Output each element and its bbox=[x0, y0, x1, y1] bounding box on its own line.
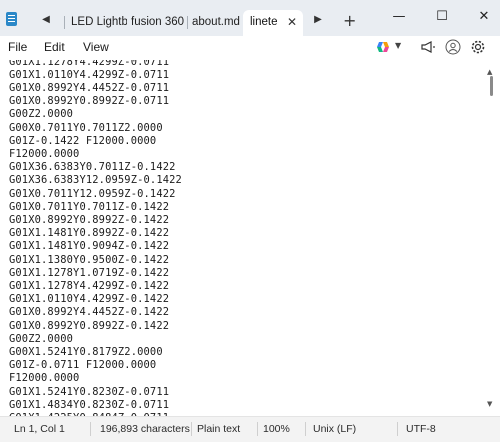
code-line: G01X1.4834Y0.8230Z-0.0711 bbox=[9, 398, 170, 411]
code-line: G01X0.8992Y0.8992Z-0.0711 bbox=[9, 95, 170, 108]
status-separator bbox=[305, 422, 306, 436]
code-line: G01X1.1278Y4.4299Z-0.1422 bbox=[9, 279, 170, 292]
code-line: G01X0.7011Y12.0959Z-0.1422 bbox=[9, 187, 176, 200]
menu-view[interactable]: View bbox=[83, 40, 109, 54]
code-line: G01X1.1278Y1.0719Z-0.1422 bbox=[9, 266, 170, 279]
tab-separator bbox=[187, 16, 188, 29]
menu-file[interactable]: File bbox=[8, 40, 27, 54]
close-window-button[interactable]: ✕ bbox=[469, 8, 499, 26]
text-editor-area[interactable]: G01X1.1278Y4.4299Z-0.0711 G01X1.0110Y4.42… bbox=[0, 60, 482, 416]
vertical-scrollbar[interactable]: ▲ ▼ bbox=[484, 60, 498, 416]
character-count: 196,893 characters bbox=[100, 423, 190, 435]
notepad-app-icon bbox=[6, 12, 17, 26]
code-line: G01X1.5241Y0.8230Z-0.0711 bbox=[9, 385, 170, 398]
code-line: G01X0.8992Y0.8992Z-0.1422 bbox=[9, 319, 170, 332]
maximize-button[interactable]: ☐ bbox=[427, 8, 457, 26]
zoom-level[interactable]: 100% bbox=[263, 423, 290, 435]
code-line: G01X1.1278Y4.4299Z-0.0711 bbox=[9, 60, 170, 68]
new-tab-button[interactable]: + bbox=[343, 11, 356, 30]
tab-separator bbox=[64, 16, 65, 29]
code-line: G00Z2.0000 bbox=[9, 332, 74, 345]
code-line: F12000.0000 bbox=[9, 147, 80, 160]
copilot-icon[interactable] bbox=[376, 40, 390, 54]
code-line: G01X1.1481Y0.9094Z-0.1422 bbox=[9, 240, 170, 253]
code-line: F12000.0000 bbox=[9, 372, 80, 385]
encoding[interactable]: UTF-8 bbox=[406, 423, 436, 435]
code-line: G00X0.7011Y0.7011Z2.0000 bbox=[9, 121, 163, 134]
text-format[interactable]: Plain text bbox=[197, 423, 240, 435]
tab-about-md[interactable]: about.md bbox=[192, 10, 242, 34]
status-separator bbox=[191, 422, 192, 436]
code-line: G01X0.8992Y4.4452Z-0.0711 bbox=[9, 81, 170, 94]
megaphone-icon[interactable] bbox=[420, 39, 436, 55]
code-line: G01X1.0110Y4.4299Z-0.1422 bbox=[9, 293, 170, 306]
code-line: G00X1.5241Y0.8179Z2.0000 bbox=[9, 345, 163, 358]
title-bar: ◀ LED Lightbul fusion 360 fi about.md li… bbox=[0, 0, 500, 36]
tab-linete[interactable]: linete ✕ bbox=[243, 10, 303, 36]
tab-label: fusion 360 fi bbox=[131, 16, 188, 28]
code-line: G01Z-0.1422 F12000.0000 bbox=[9, 134, 157, 147]
scroll-thumb[interactable] bbox=[490, 76, 493, 96]
status-separator bbox=[90, 422, 91, 436]
code-line: G01X1.1481Y0.8992Z-0.1422 bbox=[9, 227, 170, 240]
code-line: G01X36.6383Y12.0959Z-0.1422 bbox=[9, 174, 182, 187]
scroll-tabs-left-icon[interactable]: ◀ bbox=[36, 10, 56, 30]
close-tab-icon[interactable]: ✕ bbox=[287, 10, 297, 34]
code-line: G01X36.6383Y0.7011Z-0.1422 bbox=[9, 161, 176, 174]
status-bar: Ln 1, Col 1 196,893 characters Plain tex… bbox=[0, 416, 500, 442]
tab-label: linete bbox=[250, 16, 278, 28]
scroll-down-icon[interactable]: ▼ bbox=[487, 400, 492, 408]
status-separator bbox=[397, 422, 398, 436]
status-separator bbox=[257, 422, 258, 436]
scroll-up-icon[interactable]: ▲ bbox=[487, 68, 492, 76]
chevron-down-icon[interactable]: ▼ bbox=[395, 41, 401, 50]
cursor-position: Ln 1, Col 1 bbox=[14, 423, 65, 435]
tab-label: LED Lightbul bbox=[71, 16, 127, 28]
line-ending[interactable]: Unix (LF) bbox=[313, 423, 356, 435]
code-line: G01X1.0110Y4.4299Z-0.0711 bbox=[9, 68, 170, 81]
code-line: G01X0.8992Y4.4452Z-0.1422 bbox=[9, 306, 170, 319]
scroll-tabs-right-icon[interactable]: ▶ bbox=[308, 10, 328, 30]
minimize-button[interactable]: — bbox=[384, 8, 414, 26]
tab-label: about.md bbox=[192, 16, 240, 28]
menu-edit[interactable]: Edit bbox=[44, 40, 65, 54]
account-icon[interactable] bbox=[445, 39, 461, 55]
tab-fusion-360[interactable]: fusion 360 fi bbox=[131, 10, 188, 34]
code-line: G01X1.1380Y0.9500Z-0.1422 bbox=[9, 253, 170, 266]
code-line: G01Z-0.0711 F12000.0000 bbox=[9, 359, 157, 372]
code-line: G01X0.8992Y0.8992Z-0.1422 bbox=[9, 213, 170, 226]
code-line: G00Z2.0000 bbox=[9, 108, 74, 121]
code-line: G01X0.7011Y0.7011Z-0.1422 bbox=[9, 200, 170, 213]
gear-icon[interactable] bbox=[470, 39, 486, 55]
tab-led-lightbulb[interactable]: LED Lightbul bbox=[71, 10, 127, 34]
